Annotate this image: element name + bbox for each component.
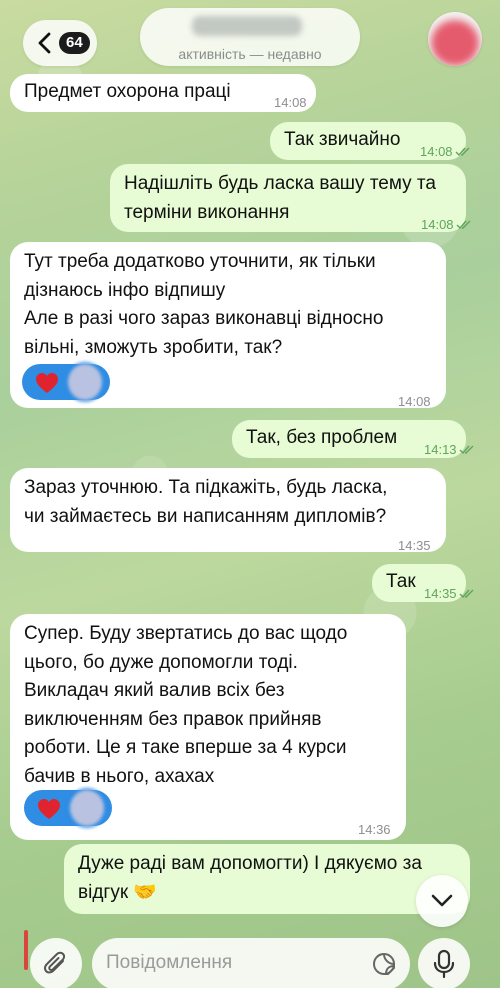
heart-icon xyxy=(36,373,58,393)
message-text: Супер. Буду звертатись до вас щодо цього… xyxy=(24,623,348,787)
heart-icon xyxy=(38,799,60,819)
message-incoming[interactable]: Тут треба додатково уточнити, як тільки … xyxy=(10,242,446,409)
message-outgoing[interactable]: Так звичайно 14:08 xyxy=(270,122,470,160)
heart-reaction[interactable] xyxy=(24,788,112,828)
message-input-placeholder: Повідомлення xyxy=(106,952,233,973)
chat-header: 64 активність — недавно xyxy=(0,0,500,72)
message-text: Так xyxy=(386,571,416,592)
contact-avatar[interactable] xyxy=(428,12,482,66)
message-time: 14:08 xyxy=(421,211,472,240)
double-check-icon xyxy=(456,220,471,230)
message-incoming[interactable]: Зараз уточнюю. Та підкажіть, будь ласка,… xyxy=(10,468,446,553)
message-incoming[interactable]: Предмет охорона праці 14:08 xyxy=(10,74,316,112)
message-time: 14:35 xyxy=(424,580,475,609)
attach-button[interactable] xyxy=(30,938,82,988)
microphone-icon xyxy=(433,949,455,979)
message-text: Так, без проблем xyxy=(246,427,398,448)
message-input[interactable]: Повідомлення xyxy=(92,938,410,988)
message-incoming[interactable]: Супер. Буду звертатись до вас щодо цього… xyxy=(10,614,406,840)
chat-title[interactable]: активність — недавно xyxy=(140,8,360,66)
message-outgoing[interactable]: Надішліть будь ласка вашу тему та термін… xyxy=(110,164,471,232)
sticker-icon[interactable] xyxy=(372,952,396,976)
scroll-to-bottom-button[interactable] xyxy=(416,875,468,927)
chevron-left-icon xyxy=(38,32,51,54)
message-text: Предмет охорона праці xyxy=(24,81,231,102)
message-outgoing[interactable]: Так, без проблем 14:13 xyxy=(232,420,474,458)
message-text: Зараз уточнюю. Та підкажіть, будь ласка,… xyxy=(24,477,388,527)
message-text: Надішліть будь ласка вашу тему та термін… xyxy=(124,173,436,223)
message-outgoing[interactable]: Так 14:35 xyxy=(372,564,474,602)
message-outgoing[interactable]: Дуже раді вам допомогти) І дякуємо за ві… xyxy=(64,844,470,914)
message-time: 14:08 xyxy=(398,394,431,409)
composer-accent xyxy=(24,930,28,970)
heart-reaction[interactable] xyxy=(22,362,110,402)
message-time: 14:08 xyxy=(274,95,307,110)
contact-name-redacted xyxy=(192,16,302,36)
reactor-avatar xyxy=(68,788,106,828)
double-check-icon xyxy=(459,589,474,599)
message-text: Дуже раді вам допомогти) І дякуємо за ві… xyxy=(78,853,422,903)
reactor-avatar xyxy=(66,362,104,402)
chevron-down-icon xyxy=(431,894,453,907)
message-text: Тут треба додатково уточнити, як тільки … xyxy=(24,251,384,358)
microphone-button[interactable] xyxy=(418,938,470,988)
paperclip-icon xyxy=(43,951,66,974)
back-button[interactable]: 64 xyxy=(23,20,97,66)
message-time: 14:36 xyxy=(358,822,391,837)
double-check-icon xyxy=(459,445,474,455)
double-check-icon xyxy=(455,147,470,157)
message-time: 14:08 xyxy=(420,138,471,167)
message-time: 14:13 xyxy=(424,436,475,465)
unread-count-badge: 64 xyxy=(59,32,90,54)
contact-status: активність — недавно xyxy=(178,46,322,62)
message-time: 14:35 xyxy=(398,538,431,553)
message-text: Так звичайно xyxy=(284,129,401,150)
